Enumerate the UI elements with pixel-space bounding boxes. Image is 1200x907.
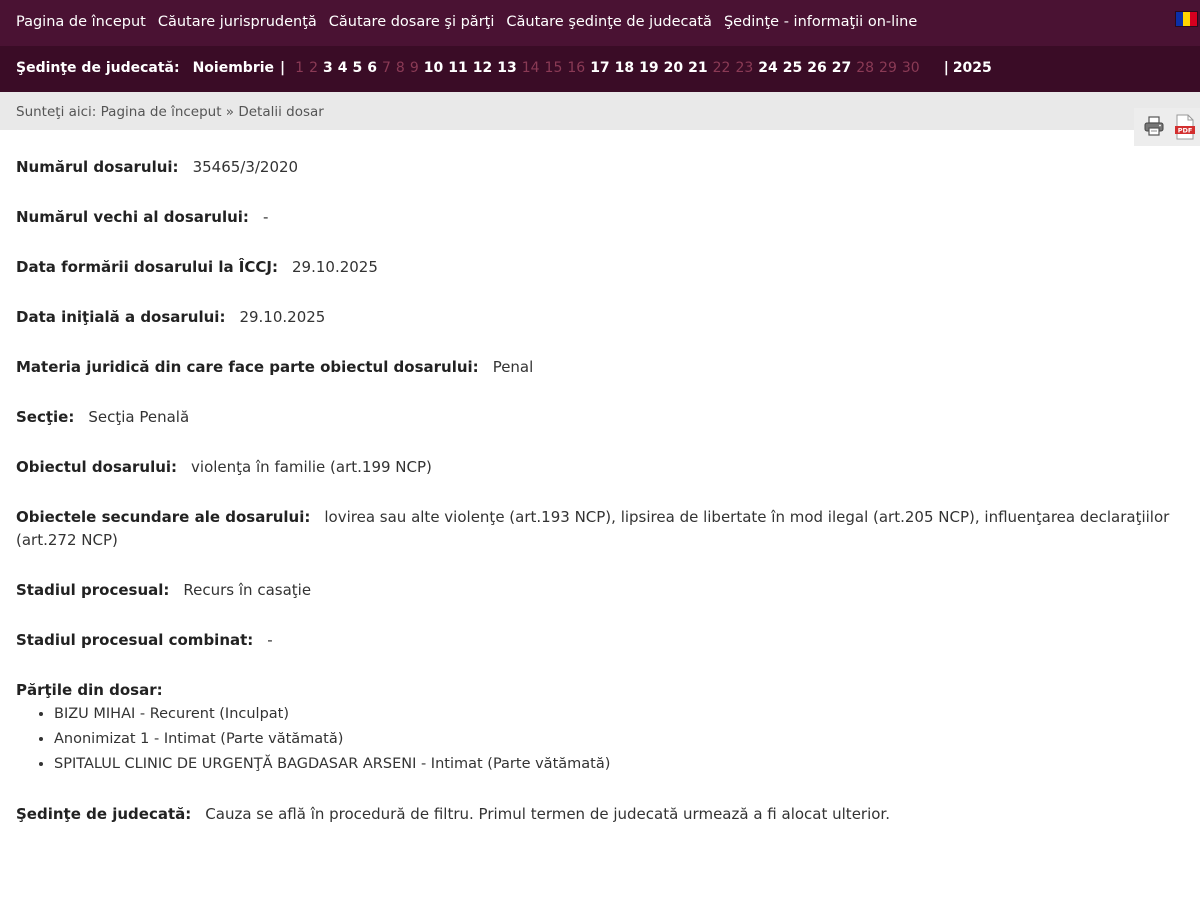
- field-secondary-objects: Obiectele secundare ale dosarului: lovire…: [16, 506, 1188, 552]
- nav-link-case-search[interactable]: Căutare dosare şi părţi: [329, 14, 495, 30]
- nav-link-session-search[interactable]: Căutare şedinţe de judecată: [506, 14, 712, 30]
- day-link[interactable]: 18: [615, 60, 634, 76]
- case-details: Numărul dosarului: 35465/3/2020 Numărul v…: [16, 156, 1188, 826]
- day-link: 16: [567, 60, 586, 76]
- romanian-flag-icon[interactable]: [1175, 11, 1198, 27]
- day-link[interactable]: 17: [590, 60, 609, 76]
- list-item: SPITALUL CLINIC DE URGENŢĂ BAGDASAR ARSE…: [54, 752, 1188, 777]
- day-link: 30: [901, 60, 920, 76]
- pdf-icon-label: PDF: [1178, 127, 1193, 135]
- day-link: 23: [735, 60, 754, 76]
- field-label: Stadiul procesual combinat:: [16, 631, 254, 649]
- day-link: 1: [295, 60, 305, 76]
- field-initial-date: Data iniţială a dosarului: 29.10.2025: [16, 306, 1188, 329]
- field-value: 35465/3/2020: [192, 158, 299, 176]
- day-link[interactable]: 10: [424, 60, 443, 76]
- pdf-icon[interactable]: PDF: [1175, 114, 1195, 140]
- day-link[interactable]: 13: [497, 60, 516, 76]
- field-case-number: Numărul dosarului: 35465/3/2020: [16, 156, 1188, 179]
- day-link[interactable]: 12: [473, 60, 492, 76]
- day-link[interactable]: 6: [367, 60, 377, 76]
- day-link[interactable]: 26: [807, 60, 826, 76]
- field-procedural-stage: Stadiul procesual: Recurs în casaţie: [16, 579, 1188, 602]
- separator: |: [943, 60, 949, 76]
- separator: |: [280, 60, 286, 76]
- breadcrumb: Sunteţi aici: Pagina de început » Detali…: [0, 92, 1200, 130]
- main-menu: Pagina de început Căutare jurisprudenţă …: [16, 14, 929, 30]
- field-label: Data formării dosarului la ÎCCJ:: [16, 258, 278, 276]
- month-label: Noiembrie: [192, 60, 275, 76]
- field-formation-date: Data formării dosarului la ÎCCJ: 29.10.20…: [16, 256, 1188, 279]
- field-label: Şedinţe de judecată:: [16, 805, 192, 823]
- day-link[interactable]: 5: [353, 60, 363, 76]
- field-label: Numărul dosarului:: [16, 158, 179, 176]
- field-value: Penal: [492, 358, 534, 376]
- day-link[interactable]: 4: [338, 60, 348, 76]
- day-link[interactable]: 24: [758, 60, 777, 76]
- nav-link-jurisprudence-search[interactable]: Căutare jurisprudenţă: [158, 14, 317, 30]
- parties-heading: Părţile din dosar:: [16, 681, 163, 699]
- sessions-label: Şedinţe de judecată:: [16, 60, 180, 76]
- field-court-sessions: Şedinţe de judecată: Cauza se află în pro…: [16, 803, 1188, 826]
- day-link[interactable]: 11: [448, 60, 467, 76]
- toolbar: PDF: [1134, 108, 1200, 146]
- day-link[interactable]: 21: [688, 60, 707, 76]
- list-item: BIZU MIHAI - Recurent (Inculpat): [54, 702, 1188, 727]
- nav-link-home[interactable]: Pagina de început: [16, 14, 146, 30]
- field-section: Secţie: Secţia Penală: [16, 406, 1188, 429]
- printer-icon[interactable]: [1143, 115, 1165, 137]
- day-link: 28: [856, 60, 875, 76]
- field-legal-matter: Materia juridică din care face parte obi…: [16, 356, 1188, 379]
- day-link: 9: [409, 60, 419, 76]
- sessions-calendar-bar: Şedinţe de judecată: Noiembrie | 1234567…: [0, 46, 1200, 92]
- flag-stripe-yellow: [1183, 12, 1190, 26]
- day-link: 15: [544, 60, 563, 76]
- field-value: 29.10.2025: [292, 258, 378, 276]
- field-value: Recurs în casaţie: [183, 581, 312, 599]
- field-old-case-number: Numărul vechi al dosarului: -: [16, 206, 1188, 229]
- day-link[interactable]: 27: [832, 60, 851, 76]
- field-label: Data iniţială a dosarului:: [16, 308, 226, 326]
- field-value: Cauza se află în procedură de filtru. Pr…: [205, 805, 890, 823]
- field-value: -: [267, 631, 273, 649]
- day-link: 2: [309, 60, 318, 76]
- field-value: violenţa în familie (art.199 NCP): [191, 458, 432, 476]
- list-item: Anonimizat 1 - Intimat (Parte vătămată): [54, 727, 1188, 752]
- day-link: 14: [521, 60, 540, 76]
- flag-stripe-blue: [1176, 12, 1183, 26]
- field-label: Secţie:: [16, 408, 75, 426]
- day-link: 22: [712, 60, 731, 76]
- field-value: -: [262, 208, 269, 226]
- field-combined-stage: Stadiul procesual combinat: -: [16, 629, 1188, 652]
- field-value: Secţia Penală: [88, 408, 190, 426]
- day-link: 29: [879, 60, 897, 76]
- field-label: Obiectul dosarului:: [16, 458, 178, 476]
- day-link[interactable]: 20: [664, 60, 683, 76]
- field-label: Stadiul procesual:: [16, 581, 170, 599]
- field-label: Materia juridică din care face parte obi…: [16, 358, 479, 376]
- year-link[interactable]: 2025: [953, 60, 992, 76]
- day-link[interactable]: 25: [783, 60, 802, 76]
- field-case-object: Obiectul dosarului: violenţa în familie (…: [16, 456, 1188, 479]
- day-link: 8: [395, 60, 405, 76]
- day-link: 7: [382, 60, 391, 76]
- parties-list: BIZU MIHAI - Recurent (Inculpat) Anonimi…: [16, 702, 1188, 777]
- field-value: 29.10.2025: [239, 308, 326, 326]
- field-label: Numărul vechi al dosarului:: [16, 208, 249, 226]
- day-link[interactable]: 19: [639, 60, 658, 76]
- day-list: 1 2 3 4 5 6 7 8 9 10 11 12 13 14 15 16 17 18 19 20 21 22 23 24 2…: [295, 60, 925, 76]
- field-label: Obiectele secundare ale dosarului:: [16, 508, 311, 526]
- flag-stripe-red: [1190, 12, 1197, 26]
- breadcrumb-text: Sunteţi aici: Pagina de început » Detali…: [16, 104, 324, 120]
- day-link[interactable]: 3: [323, 60, 333, 76]
- top-navigation: Pagina de început Căutare jurisprudenţă …: [0, 0, 1200, 46]
- nav-link-sessions-online[interactable]: Şedinţe - informaţii on-line: [724, 14, 917, 30]
